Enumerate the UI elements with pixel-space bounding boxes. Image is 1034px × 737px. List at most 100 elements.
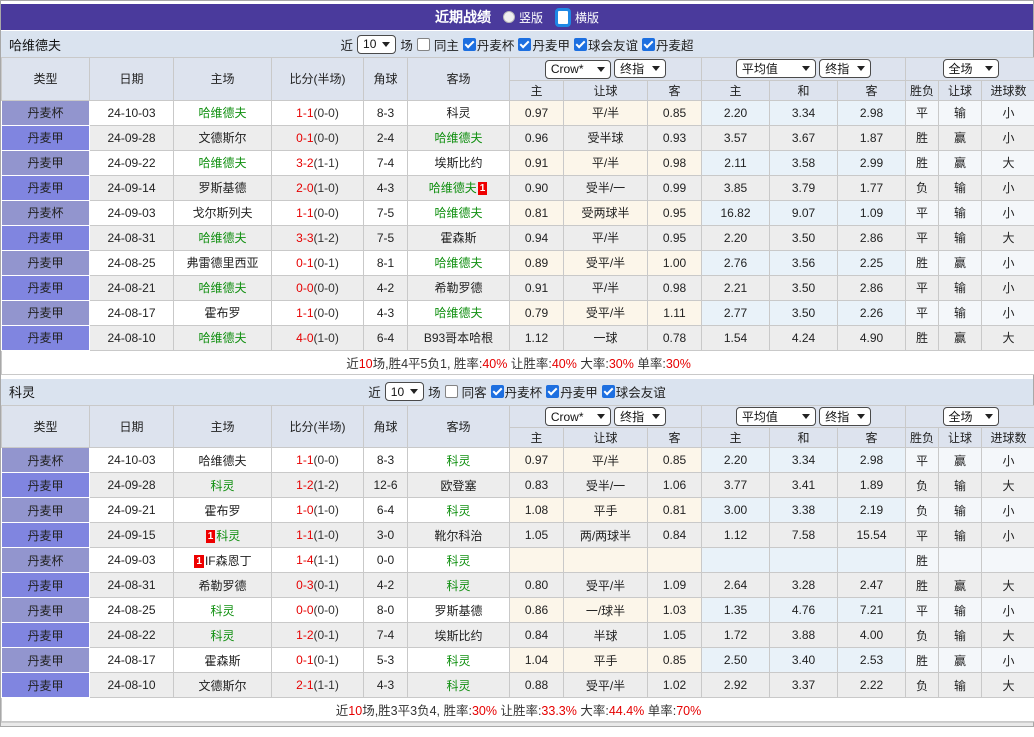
half-score-text: (0-0) (313, 205, 339, 220)
league-cell: 丹麦甲 (1, 572, 90, 598)
score-cell: 0-1(0-0) (271, 124, 364, 151)
league-filter: 球会友谊 (601, 382, 666, 401)
team-name-text: 霍森斯 (204, 653, 241, 668)
handicap-home-odds-cell: 0.91 (509, 149, 564, 176)
home-team-cell: 哈维德夫 (173, 149, 272, 176)
handicap-away-odds-cell: 0.84 (647, 522, 702, 548)
handicap-home-odds-cell: 0.88 (509, 672, 564, 698)
layout-vertical-option[interactable]: 竖版 (502, 9, 543, 26)
away-team-cell: 希勒罗德 (407, 274, 510, 301)
match-row: 丹麦甲 24-08-21 哈维德夫 0-0(0-0) 4-2 希勒罗德 0.91 平/半 0.9… (1, 274, 1034, 301)
league-filter: 丹麦杯 (462, 35, 514, 54)
corner-cell: 6-4 (363, 324, 408, 351)
near-label: 近 (340, 38, 354, 53)
handicap-away-odds-cell: 1.09 (647, 572, 702, 598)
league-checkbox[interactable] (518, 37, 532, 51)
match-count-value: 10 (390, 384, 405, 399)
league-cell: 丹麦杯 (1, 99, 90, 126)
radio-selected-icon[interactable] (555, 7, 571, 27)
team-name-text: 哈维德夫 (428, 181, 477, 195)
score-cell: 0-1(0-1) (271, 249, 364, 276)
avg-draw-odds-cell (769, 547, 838, 573)
avg-away-odds-cell: 2.25 (836, 249, 907, 276)
home-team-cell: 哈维德夫 (173, 447, 272, 473)
final-odds-value: 终指 (620, 62, 645, 76)
odds-provider-select[interactable]: Crow* (544, 59, 611, 79)
average-select[interactable]: 平均值 (735, 59, 816, 79)
team-name: 哈维德夫 (9, 37, 62, 53)
avg-home-odds-cell: 2.76 (701, 249, 770, 276)
league-checkbox[interactable] (490, 385, 504, 398)
col-score: 比分(半场) (271, 57, 364, 101)
league-checkbox[interactable] (573, 37, 587, 51)
same-venue-checkbox[interactable] (444, 385, 458, 398)
league-cell: 丹麦甲 (1, 274, 90, 301)
average-select[interactable]: 平均值 (735, 406, 816, 426)
away-team-cell: 哈维德夫 (407, 124, 510, 151)
col-goals: 进球数 (981, 427, 1034, 448)
games-label: 场 (400, 38, 413, 53)
result-cell: 负 (905, 174, 940, 201)
score-cell: 1-0(1-0) (271, 497, 364, 523)
handicap-home-odds-cell: 1.04 (509, 647, 564, 673)
avg-away-odds-cell: 1.09 (836, 199, 907, 226)
half-score-text: (0-0) (313, 130, 339, 145)
match-count-select[interactable]: 10 (384, 382, 425, 401)
corner-cell: 4-3 (363, 174, 408, 201)
league-checkbox[interactable] (601, 385, 615, 398)
date-cell: 24-08-17 (89, 299, 174, 326)
fulltime-select[interactable]: 全场 (942, 59, 999, 79)
score-cell: 1-1(0-0) (271, 299, 364, 326)
avg-draw-odds-cell: 3.50 (769, 224, 838, 251)
chevron-down-icon (801, 413, 810, 419)
score-text: 1-4 (296, 553, 314, 567)
handicap-home-odds-cell: 0.79 (509, 299, 564, 326)
away-team-cell: 欧登塞 (407, 472, 510, 498)
handicap-away-odds-cell: 0.85 (647, 99, 702, 126)
home-team-cell: 哈维德夫 (173, 224, 272, 251)
final-odds-select[interactable]: 终指 (614, 406, 667, 426)
handicap-away-odds-cell: 0.95 (647, 199, 702, 226)
summary-text: 让胜率: (507, 356, 552, 371)
score-cell: 1-1(1-0) (271, 522, 364, 548)
odds-provider-value: Crow* (550, 62, 584, 76)
team-name-text: 科灵 (216, 528, 241, 543)
home-team-cell: 弗雷德里西亚 (173, 249, 272, 276)
avg-away-odds-cell: 2.19 (836, 497, 907, 523)
team-name-text: 弗雷德里西亚 (186, 256, 259, 270)
odds-provider-select[interactable]: Crow* (544, 407, 611, 426)
league-checkbox[interactable] (641, 37, 655, 51)
avg-home-odds-cell: 3.57 (701, 124, 770, 151)
home-team-cell: 哈维德夫 (173, 324, 272, 351)
handicap-home-odds-cell: 0.80 (509, 572, 564, 598)
layout-horizontal-option[interactable]: 横版 (555, 7, 599, 27)
away-team-cell: 哈维德夫 (407, 249, 510, 276)
league-cell: 丹麦甲 (1, 647, 90, 673)
chevron-down-icon (984, 413, 993, 419)
same-venue-checkbox[interactable] (416, 37, 430, 51)
avg-away-odds-cell (836, 547, 907, 573)
result-cell: 平 (905, 299, 940, 326)
date-cell: 24-08-31 (89, 572, 174, 598)
handicap-line-cell: 半球 (563, 622, 648, 648)
league-checkbox[interactable] (546, 385, 560, 398)
handicap-result-cell: 赢 (938, 572, 983, 598)
match-count-select[interactable]: 10 (357, 34, 397, 54)
date-cell: 24-09-03 (89, 547, 174, 573)
chevron-down-icon (652, 66, 661, 71)
score-cell: 1-1(0-0) (271, 199, 364, 226)
score-text: 1-0 (296, 503, 314, 517)
avg-draw-odds-cell: 3.67 (769, 124, 838, 151)
league-checkbox[interactable] (462, 37, 476, 51)
final-odds-select[interactable]: 终指 (614, 59, 667, 78)
date-cell: 24-09-15 (89, 522, 174, 548)
final-odds-select[interactable]: 终指 (819, 406, 872, 426)
result-cell: 平 (905, 99, 940, 126)
avg-away-odds-cell: 15.54 (836, 522, 907, 548)
radio-unselected-icon[interactable] (502, 11, 515, 23)
final-odds-select[interactable]: 终指 (819, 59, 872, 79)
avg-away-odds-cell: 2.26 (836, 299, 907, 326)
half-score-text: (0-1) (313, 578, 339, 592)
fulltime-select[interactable]: 全场 (942, 406, 999, 426)
result-cell: 胜 (905, 324, 940, 351)
